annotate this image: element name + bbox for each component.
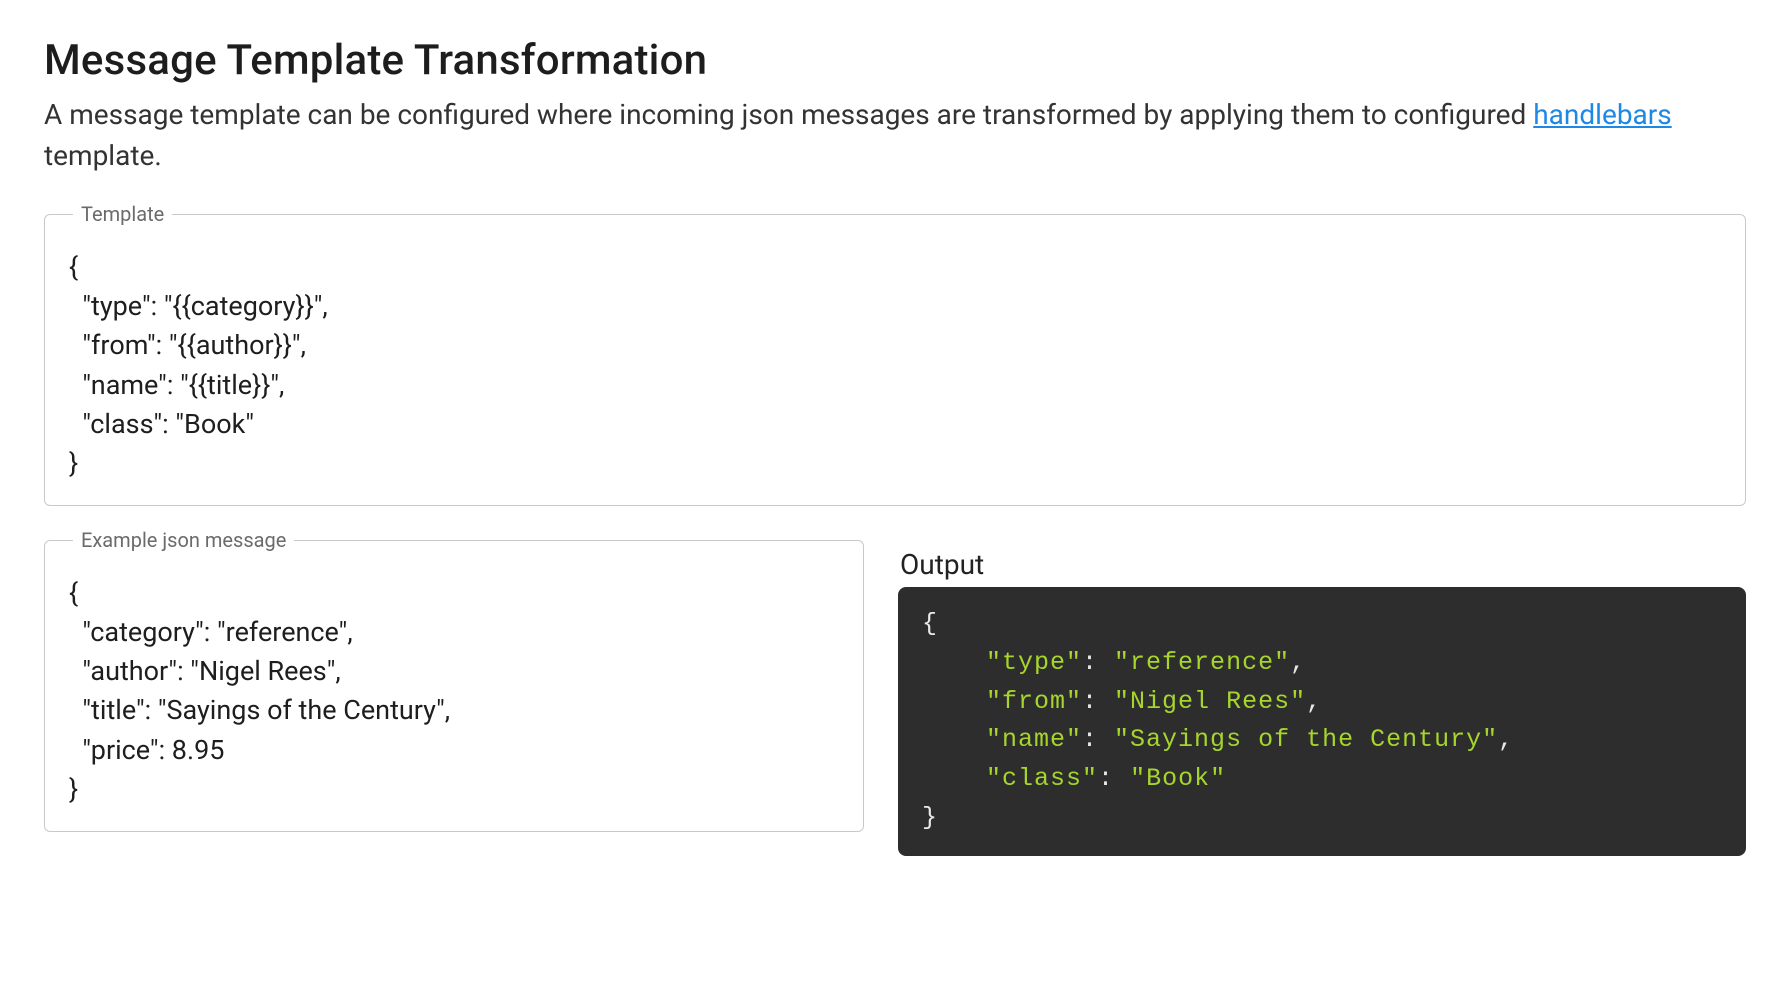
output-key: "from" <box>986 687 1082 716</box>
page-title: Message Template Transformation <box>44 36 1746 85</box>
template-panel: Template { "type": "{{category}}", "from… <box>44 202 1746 506</box>
output-key: "name" <box>986 725 1082 754</box>
output-column: Output { "type": "reference", "from": "N… <box>898 528 1746 856</box>
description-text-pre: A message template can be configured whe… <box>44 98 1533 131</box>
output-box: { "type": "reference", "from": "Nigel Re… <box>898 587 1746 856</box>
output-line: "from": "Nigel Rees", <box>922 683 1722 722</box>
output-line: } <box>922 799 1722 838</box>
example-panel-legend: Example json message <box>73 528 294 552</box>
output-value: "Sayings of the Century" <box>1114 725 1498 754</box>
page-description: A message template can be configured whe… <box>44 95 1724 176</box>
example-panel: Example json message { "category": "refe… <box>44 528 864 832</box>
output-value: "Nigel Rees" <box>1114 687 1306 716</box>
output-line: "class": "Book" <box>922 760 1722 799</box>
output-line: "name": "Sayings of the Century", <box>922 721 1722 760</box>
output-line: "type": "reference", <box>922 644 1722 683</box>
description-text-post: template. <box>44 139 162 172</box>
template-input[interactable]: { "type": "{{category}}", "from": "{{aut… <box>69 248 1721 483</box>
handlebars-link[interactable]: handlebars <box>1533 98 1671 131</box>
output-key: "type" <box>986 648 1082 677</box>
page-root: Message Template Transformation A messag… <box>0 0 1790 900</box>
output-value: "Book" <box>1130 764 1226 793</box>
output-label: Output <box>900 548 1746 581</box>
template-panel-legend: Template <box>73 202 172 226</box>
output-key: "class" <box>986 764 1098 793</box>
example-column: Example json message { "category": "refe… <box>44 528 864 832</box>
example-output-row: Example json message { "category": "refe… <box>44 528 1746 856</box>
example-input[interactable]: { "category": "reference", "author": "Ni… <box>69 574 839 809</box>
output-value: "reference" <box>1114 648 1290 677</box>
output-line: { <box>922 605 1722 644</box>
